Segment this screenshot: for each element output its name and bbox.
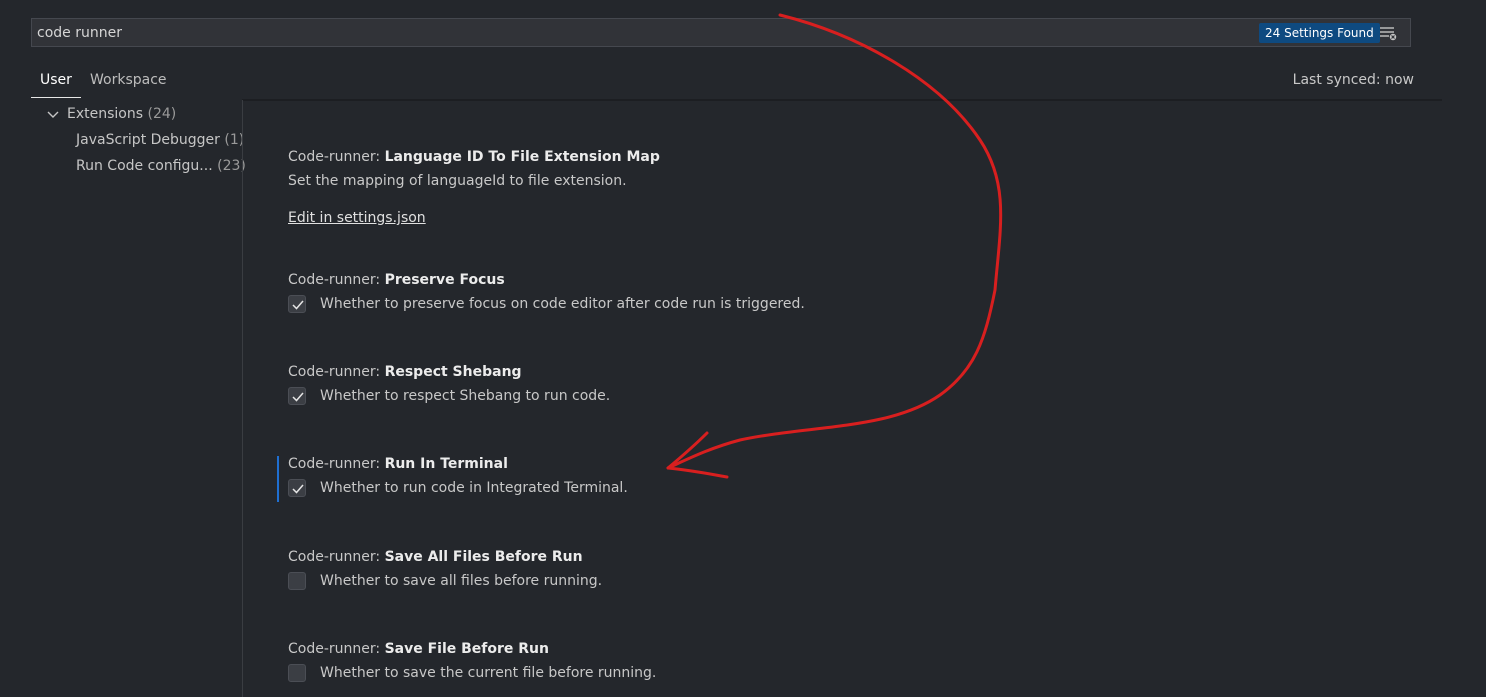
setting-category: Code-runner: bbox=[288, 364, 385, 380]
setting-preserve-focus: Code-runner: Preserve Focus Whether to p… bbox=[288, 270, 805, 314]
search-input[interactable] bbox=[37, 23, 1237, 43]
setting-title: Code-runner: Language ID To File Extensi… bbox=[288, 147, 660, 167]
setting-category: Code-runner: bbox=[288, 456, 385, 472]
setting-checkbox-row: Whether to run code in Integrated Termin… bbox=[288, 478, 628, 498]
setting-name: Save All Files Before Run bbox=[384, 549, 583, 565]
edit-in-settings-json-link[interactable]: Edit in settings.json bbox=[288, 208, 426, 228]
setting-description: Whether to save the current file before … bbox=[320, 665, 657, 681]
setting-title: Code-runner: Save File Before Run bbox=[288, 639, 656, 659]
setting-checkbox-row: Whether to respect Shebang to run code. bbox=[288, 386, 610, 406]
toc-item-label: JavaScript Debugger bbox=[76, 132, 220, 148]
setting-run-in-terminal: Code-runner: Run In Terminal Whether to … bbox=[288, 454, 628, 498]
tab-workspace[interactable]: Workspace bbox=[90, 70, 167, 90]
checkbox-unchecked[interactable] bbox=[288, 664, 306, 682]
setting-title: Code-runner: Run In Terminal bbox=[288, 454, 628, 474]
checkmark-icon bbox=[292, 484, 304, 494]
setting-checkbox-row: Whether to save all files before running… bbox=[288, 571, 602, 591]
setting-name: Language ID To File Extension Map bbox=[384, 149, 660, 165]
checkbox-checked[interactable] bbox=[288, 387, 306, 405]
checkmark-icon bbox=[292, 392, 304, 402]
setting-description: Set the mapping of languageId to file ex… bbox=[288, 173, 627, 189]
sync-status: Last synced: now bbox=[1292, 72, 1414, 88]
setting-name: Preserve Focus bbox=[384, 272, 505, 288]
setting-category: Code-runner: bbox=[288, 272, 385, 288]
setting-description: Whether to save all files before running… bbox=[320, 573, 603, 589]
setting-category: Code-runner: bbox=[288, 549, 385, 565]
setting-title: Code-runner: Preserve Focus bbox=[288, 270, 805, 290]
setting-category: Code-runner: bbox=[288, 641, 385, 657]
setting-name: Run In Terminal bbox=[384, 456, 508, 472]
setting-title: Code-runner: Save All Files Before Run bbox=[288, 547, 602, 567]
setting-description: Whether to respect Shebang to run code. bbox=[320, 388, 611, 404]
toc-group-extensions[interactable]: Extensions (24) bbox=[67, 104, 176, 124]
toc-divider bbox=[242, 100, 243, 697]
tab-user[interactable]: User bbox=[40, 70, 72, 90]
chevron-down-icon[interactable] bbox=[46, 107, 60, 121]
setting-description: Whether to run code in Integrated Termin… bbox=[320, 480, 628, 496]
checkmark-icon bbox=[292, 300, 304, 310]
header-divider bbox=[242, 99, 1442, 101]
setting-save-file-before-run: Code-runner: Save File Before Run Whethe… bbox=[288, 639, 656, 683]
setting-focus-indicator bbox=[277, 456, 279, 502]
setting-checkbox-row: Whether to save the current file before … bbox=[288, 663, 656, 683]
checkbox-unchecked[interactable] bbox=[288, 572, 306, 590]
setting-name: Respect Shebang bbox=[384, 364, 522, 380]
setting-language-id-map: Code-runner: Language ID To File Extensi… bbox=[288, 147, 660, 228]
setting-name: Save File Before Run bbox=[384, 641, 549, 657]
settings-editor: 24 Settings Found User Workspace Last sy… bbox=[0, 0, 1486, 697]
setting-description: Whether to preserve focus on code editor… bbox=[320, 296, 805, 312]
setting-save-all-files-before-run: Code-runner: Save All Files Before Run W… bbox=[288, 547, 602, 591]
toc-item-label: Run Code configu... bbox=[76, 158, 213, 174]
setting-checkbox-row: Whether to preserve focus on code editor… bbox=[288, 294, 805, 314]
setting-category: Code-runner: bbox=[288, 149, 385, 165]
setting-title: Code-runner: Respect Shebang bbox=[288, 362, 610, 382]
search-bar: 24 Settings Found bbox=[31, 18, 1411, 47]
checkbox-checked[interactable] bbox=[288, 479, 306, 497]
toc-group-count: (24) bbox=[147, 106, 177, 122]
setting-respect-shebang: Code-runner: Respect Shebang Whether to … bbox=[288, 362, 610, 406]
active-tab-indicator bbox=[31, 97, 81, 98]
toc-group-label: Extensions bbox=[67, 106, 144, 122]
checkbox-checked[interactable] bbox=[288, 295, 306, 313]
filter-list-icon[interactable] bbox=[1379, 24, 1397, 42]
results-count-badge: 24 Settings Found bbox=[1259, 23, 1380, 43]
toc-item-run-code-configuration[interactable]: Run Code configu... (23) bbox=[76, 156, 246, 176]
toc-item-javascript-debugger[interactable]: JavaScript Debugger (1) bbox=[76, 130, 244, 150]
annotation-arrow-icon bbox=[666, 13, 1003, 479]
